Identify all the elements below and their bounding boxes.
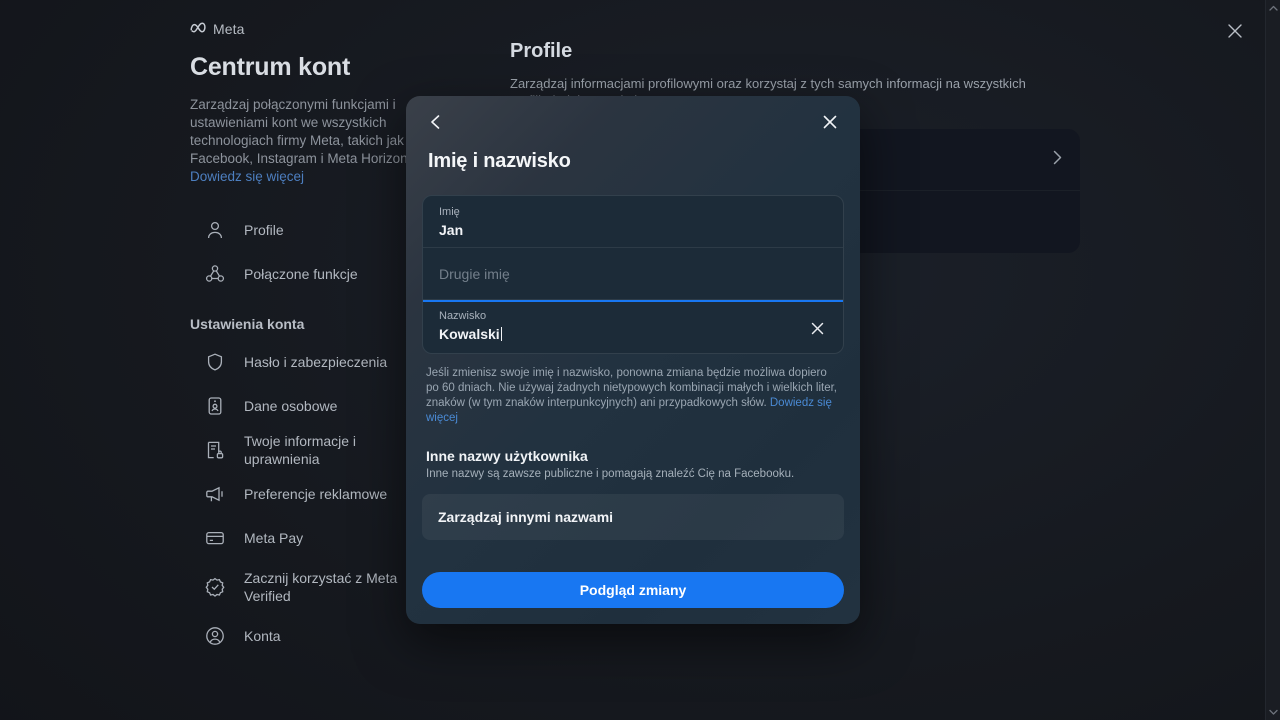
scrollbar-up-arrow[interactable] <box>1266 0 1280 16</box>
sidebar-item-your-information-permissions[interactable]: Twoje informacje i uprawnienia <box>190 428 440 472</box>
account-circle-icon <box>204 625 226 647</box>
last-name-input[interactable]: Kowalski <box>439 324 827 344</box>
megaphone-icon <box>204 483 226 505</box>
sidebar-nav: Profile Połączone funkcje Ustawienia kon… <box>190 208 440 658</box>
dialog-back-button[interactable] <box>418 104 454 140</box>
first-name-field[interactable]: Imię Jan <box>423 196 843 248</box>
first-name-label: Imię <box>439 205 827 219</box>
manage-other-names-button[interactable]: Zarządzaj innymi nazwami <box>422 494 844 540</box>
meta-brand: Meta <box>190 20 440 37</box>
sidebar-item-connected-experiences[interactable]: Połączone funkcje <box>190 252 440 296</box>
name-change-helper-text: Jeśli zmienisz swoje imię i nazwisko, po… <box>422 366 844 426</box>
dialog-close-button[interactable] <box>812 104 848 140</box>
credit-card-icon <box>204 527 226 549</box>
verified-badge-icon <box>204 576 226 598</box>
sidebar-group-label: Ustawienia konta <box>190 316 440 332</box>
id-card-icon <box>204 395 226 417</box>
meta-brand-label: Meta <box>213 21 245 37</box>
meta-infinity-logo-icon <box>190 20 207 37</box>
main-title: Profile <box>510 40 1070 63</box>
page-scrollbar[interactable] <box>1265 0 1280 720</box>
last-name-label: Nazwisko <box>439 309 827 323</box>
connected-icon <box>204 263 226 285</box>
page-title: Centrum kont <box>190 53 440 82</box>
shield-icon <box>204 351 226 373</box>
scrollbar-down-arrow[interactable] <box>1266 704 1280 720</box>
sidebar-item-profile[interactable]: Profile <box>190 208 440 252</box>
dialog-body: Imię Jan Drugie imię Nazwisko Kowalski J… <box>406 195 860 540</box>
sidebar: Meta Centrum kont Zarządzaj połączonymi … <box>190 20 440 658</box>
sidebar-learn-more-link[interactable]: Dowiedz się więcej <box>190 169 304 184</box>
sidebar-item-personal-details[interactable]: Dane osobowe <box>190 384 440 428</box>
sidebar-item-meta-verified[interactable]: Zacznij korzystać z Meta Verified <box>190 560 440 614</box>
window-close-button[interactable] <box>1216 12 1254 50</box>
sidebar-description: Zarządzaj połączonymi funkcjami i ustawi… <box>190 96 418 186</box>
dialog-title: Imię i nazwisko <box>406 150 860 173</box>
clear-last-name-icon[interactable] <box>803 314 831 342</box>
other-names-subtitle: Inne nazwy są zawsze publiczne i pomagaj… <box>426 466 840 482</box>
sidebar-item-label: Konta <box>244 627 434 645</box>
sidebar-description-text: Zarządzaj połączonymi funkcjami i ustawi… <box>190 97 411 166</box>
account-center-page: Meta Centrum kont Zarządzaj połączonymi … <box>0 0 1280 720</box>
chevron-right-icon <box>1053 150 1062 170</box>
name-edit-dialog: Imię i nazwisko Imię Jan Drugie imię Naz… <box>406 96 860 624</box>
other-names-title: Inne nazwy użytkownika <box>426 448 840 464</box>
sidebar-item-ad-preferences[interactable]: Preferencje reklamowe <box>190 472 440 516</box>
first-name-input[interactable]: Jan <box>439 220 827 240</box>
dialog-header <box>406 96 860 146</box>
preview-change-button[interactable]: Podgląd zmiany <box>422 572 844 608</box>
sidebar-item-password-security[interactable]: Hasło i zabezpieczenia <box>190 340 440 384</box>
middle-name-field[interactable]: Drugie imię <box>423 248 843 300</box>
sidebar-item-accounts[interactable]: Konta <box>190 614 440 658</box>
document-lock-icon <box>204 439 226 461</box>
sidebar-item-meta-pay[interactable]: Meta Pay <box>190 516 440 560</box>
middle-name-input[interactable]: Drugie imię <box>439 257 827 291</box>
person-icon <box>204 219 226 241</box>
last-name-field[interactable]: Nazwisko Kowalski <box>423 300 843 353</box>
name-fieldset: Imię Jan Drugie imię Nazwisko Kowalski <box>422 195 844 354</box>
